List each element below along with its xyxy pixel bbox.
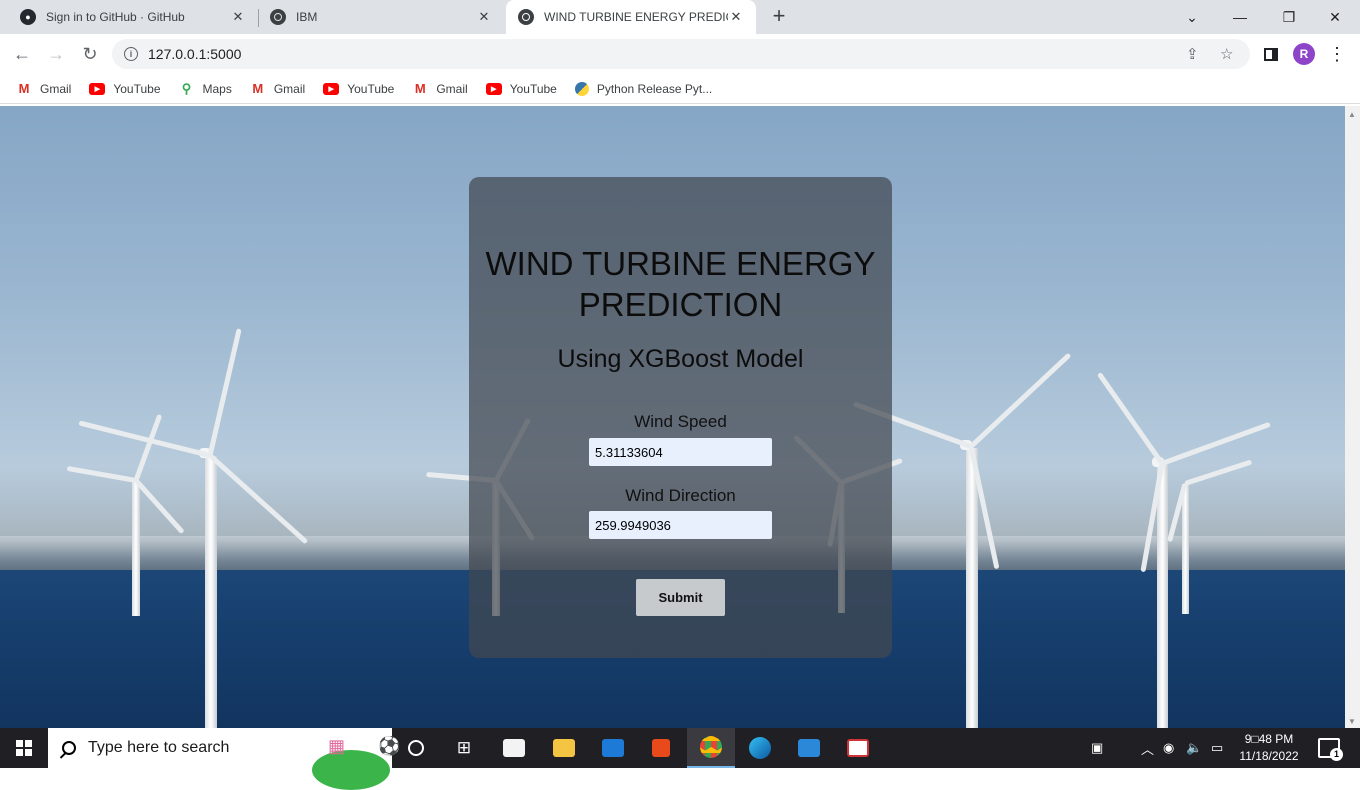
windows-logo-icon — [16, 740, 32, 756]
globe-icon — [270, 9, 286, 25]
address-bar[interactable]: i 127.0.0.1:5000 ⇪ ☆ — [112, 39, 1250, 69]
search-placeholder: Type here to search — [88, 739, 230, 756]
reload-button[interactable]: ↻ — [76, 40, 104, 68]
bookmark-label: Gmail — [40, 81, 72, 96]
forward-button[interactable]: → — [42, 40, 70, 68]
photos-icon[interactable] — [785, 728, 833, 768]
url-text[interactable]: 127.0.0.1:5000 — [148, 46, 241, 62]
bookmark-gmail[interactable]: M Gmail — [250, 81, 306, 96]
page-scrollbar[interactable]: ▲ ▼ — [1345, 106, 1360, 728]
tab-strip: ● Sign in to GitHub · GitHub ✕ IBM ✕ WIN… — [0, 0, 1360, 34]
bookmark-gmail[interactable]: M Gmail — [16, 81, 72, 96]
wind-direction-input[interactable] — [589, 511, 772, 539]
youtube-icon: ▶ — [323, 82, 340, 95]
taskbar-clock[interactable]: 9□48 PM 11/18/2022 — [1236, 731, 1302, 765]
task-view-icon[interactable]: ⊞ — [440, 728, 488, 768]
scroll-down-icon[interactable]: ▼ — [1348, 717, 1356, 726]
mail-icon[interactable] — [589, 728, 637, 768]
tab-title: IBM — [296, 10, 318, 24]
bookmark-python[interactable]: Python Release Pyt... — [574, 81, 713, 96]
site-info-icon[interactable]: i — [124, 47, 138, 61]
bookmark-youtube[interactable]: ▶ YouTube — [485, 81, 557, 96]
notification-count-badge: 1 — [1330, 748, 1343, 761]
youtube-icon: ▶ — [89, 82, 106, 95]
clock-time: 9□48 PM — [1244, 732, 1294, 746]
scroll-up-icon[interactable]: ▲ — [1348, 110, 1356, 119]
close-window-button[interactable]: ✕ — [1312, 0, 1358, 34]
maps-icon: ⚲ — [181, 80, 192, 96]
submit-button[interactable]: Submit — [636, 579, 725, 616]
bookmark-youtube[interactable]: ▶ YouTube — [89, 81, 161, 96]
wind-speed-label: Wind Speed — [634, 412, 727, 431]
bookmark-label: Gmail — [273, 81, 306, 96]
menu-kebab-icon[interactable]: ⋮ — [1323, 40, 1351, 68]
close-icon[interactable]: ✕ — [230, 9, 246, 25]
side-panel-icon[interactable] — [1257, 40, 1285, 68]
new-tab-button[interactable]: + — [768, 5, 790, 29]
office-icon[interactable] — [637, 728, 685, 768]
share-icon[interactable]: ⇪ — [1186, 39, 1199, 69]
taskbar-search-box[interactable]: Type here to search ▦ ⚽ — [48, 728, 400, 790]
bookmark-label: Gmail — [436, 81, 468, 96]
chrome-icon[interactable] — [687, 728, 735, 768]
tab-title: WIND TURBINE ENERGY PREDICTI — [544, 10, 728, 24]
back-button[interactable]: ← — [8, 40, 36, 68]
bookmark-youtube[interactable]: ▶ YouTube — [323, 82, 394, 96]
restore-button[interactable]: ❐ — [1266, 0, 1312, 34]
gmail-icon: M — [414, 81, 426, 96]
wind-direction-label: Wind Direction — [625, 486, 736, 505]
bookmark-label: Python Release Pyt... — [596, 81, 713, 96]
wind-speed-input[interactable] — [589, 438, 772, 466]
bookmark-maps[interactable]: ⚲ Maps — [179, 80, 232, 96]
prediction-card: WIND TURBINE ENERGY PREDICTION Using XGB… — [469, 177, 892, 658]
page-subtitle: Using XGBoost Model — [557, 345, 804, 373]
battery-icon[interactable]: ▭ — [1211, 728, 1223, 768]
volume-icon[interactable]: 🔈 — [1186, 728, 1202, 768]
clock-date: 11/18/2022 — [1239, 749, 1299, 763]
notification-center-icon[interactable]: 1 — [1318, 738, 1343, 761]
page-title: WIND TURBINE ENERGY PREDICTION — [485, 245, 876, 323]
tab-title: Sign in to GitHub · GitHub — [46, 10, 185, 24]
snipping-tool-icon[interactable] — [834, 728, 882, 768]
start-button[interactable] — [0, 728, 48, 768]
gmail-icon: M — [18, 81, 30, 96]
page-background: WIND TURBINE ENERGY PREDICTION Using XGB… — [0, 106, 1345, 728]
bookmark-label: YouTube — [509, 81, 557, 96]
youtube-icon: ▶ — [485, 82, 502, 95]
cortana-icon[interactable] — [392, 728, 440, 768]
close-icon[interactable]: ✕ — [476, 9, 492, 25]
bookmark-label: Maps — [202, 81, 232, 96]
bookmark-label: YouTube — [113, 81, 161, 96]
tab-ibm[interactable]: IBM ✕ — [258, 0, 504, 34]
close-icon[interactable]: ✕ — [728, 9, 744, 25]
edge-icon[interactable] — [736, 728, 784, 768]
python-icon — [574, 81, 589, 96]
news-widget-icon[interactable]: ▣ — [1091, 728, 1103, 768]
github-icon: ● — [20, 9, 36, 25]
browser-toolbar: ← → ↻ i 127.0.0.1:5000 ⇪ ☆ R ⋮ — [0, 34, 1360, 74]
bookmark-label: YouTube — [347, 81, 395, 96]
meet-now-icon[interactable]: ◉ — [1163, 728, 1174, 768]
windows-taskbar: Type here to search ▦ ⚽ ⊞ ▣ ︿ ◉ 🔈 ▭ 9□48… — [0, 728, 1360, 790]
bookmark-star-icon[interactable]: ☆ — [1220, 39, 1233, 69]
tab-wind-turbine[interactable]: WIND TURBINE ENERGY PREDICTI ✕ — [506, 0, 756, 34]
store-icon[interactable] — [490, 728, 538, 768]
calendar-doodle-icon: ▦ — [328, 736, 346, 756]
search-icon — [62, 741, 76, 755]
file-explorer-icon[interactable] — [540, 728, 588, 768]
tab-github[interactable]: ● Sign in to GitHub · GitHub ✕ — [8, 0, 258, 34]
bookmarks-bar: M Gmail ▶ YouTube ⚲ Maps M Gmail ▶ YouTube MG… — [0, 74, 1360, 104]
tray-overflow-icon[interactable]: ︿ — [1141, 728, 1154, 768]
bookmark-gmail[interactable]: M Gmail — [412, 81, 468, 96]
tab-search-dropdown-icon[interactable]: ⌄ — [1169, 0, 1215, 34]
gmail-icon: M — [252, 81, 264, 96]
minimize-button[interactable]: — — [1217, 0, 1263, 34]
profile-avatar[interactable]: R — [1293, 43, 1315, 65]
globe-icon — [518, 9, 534, 25]
